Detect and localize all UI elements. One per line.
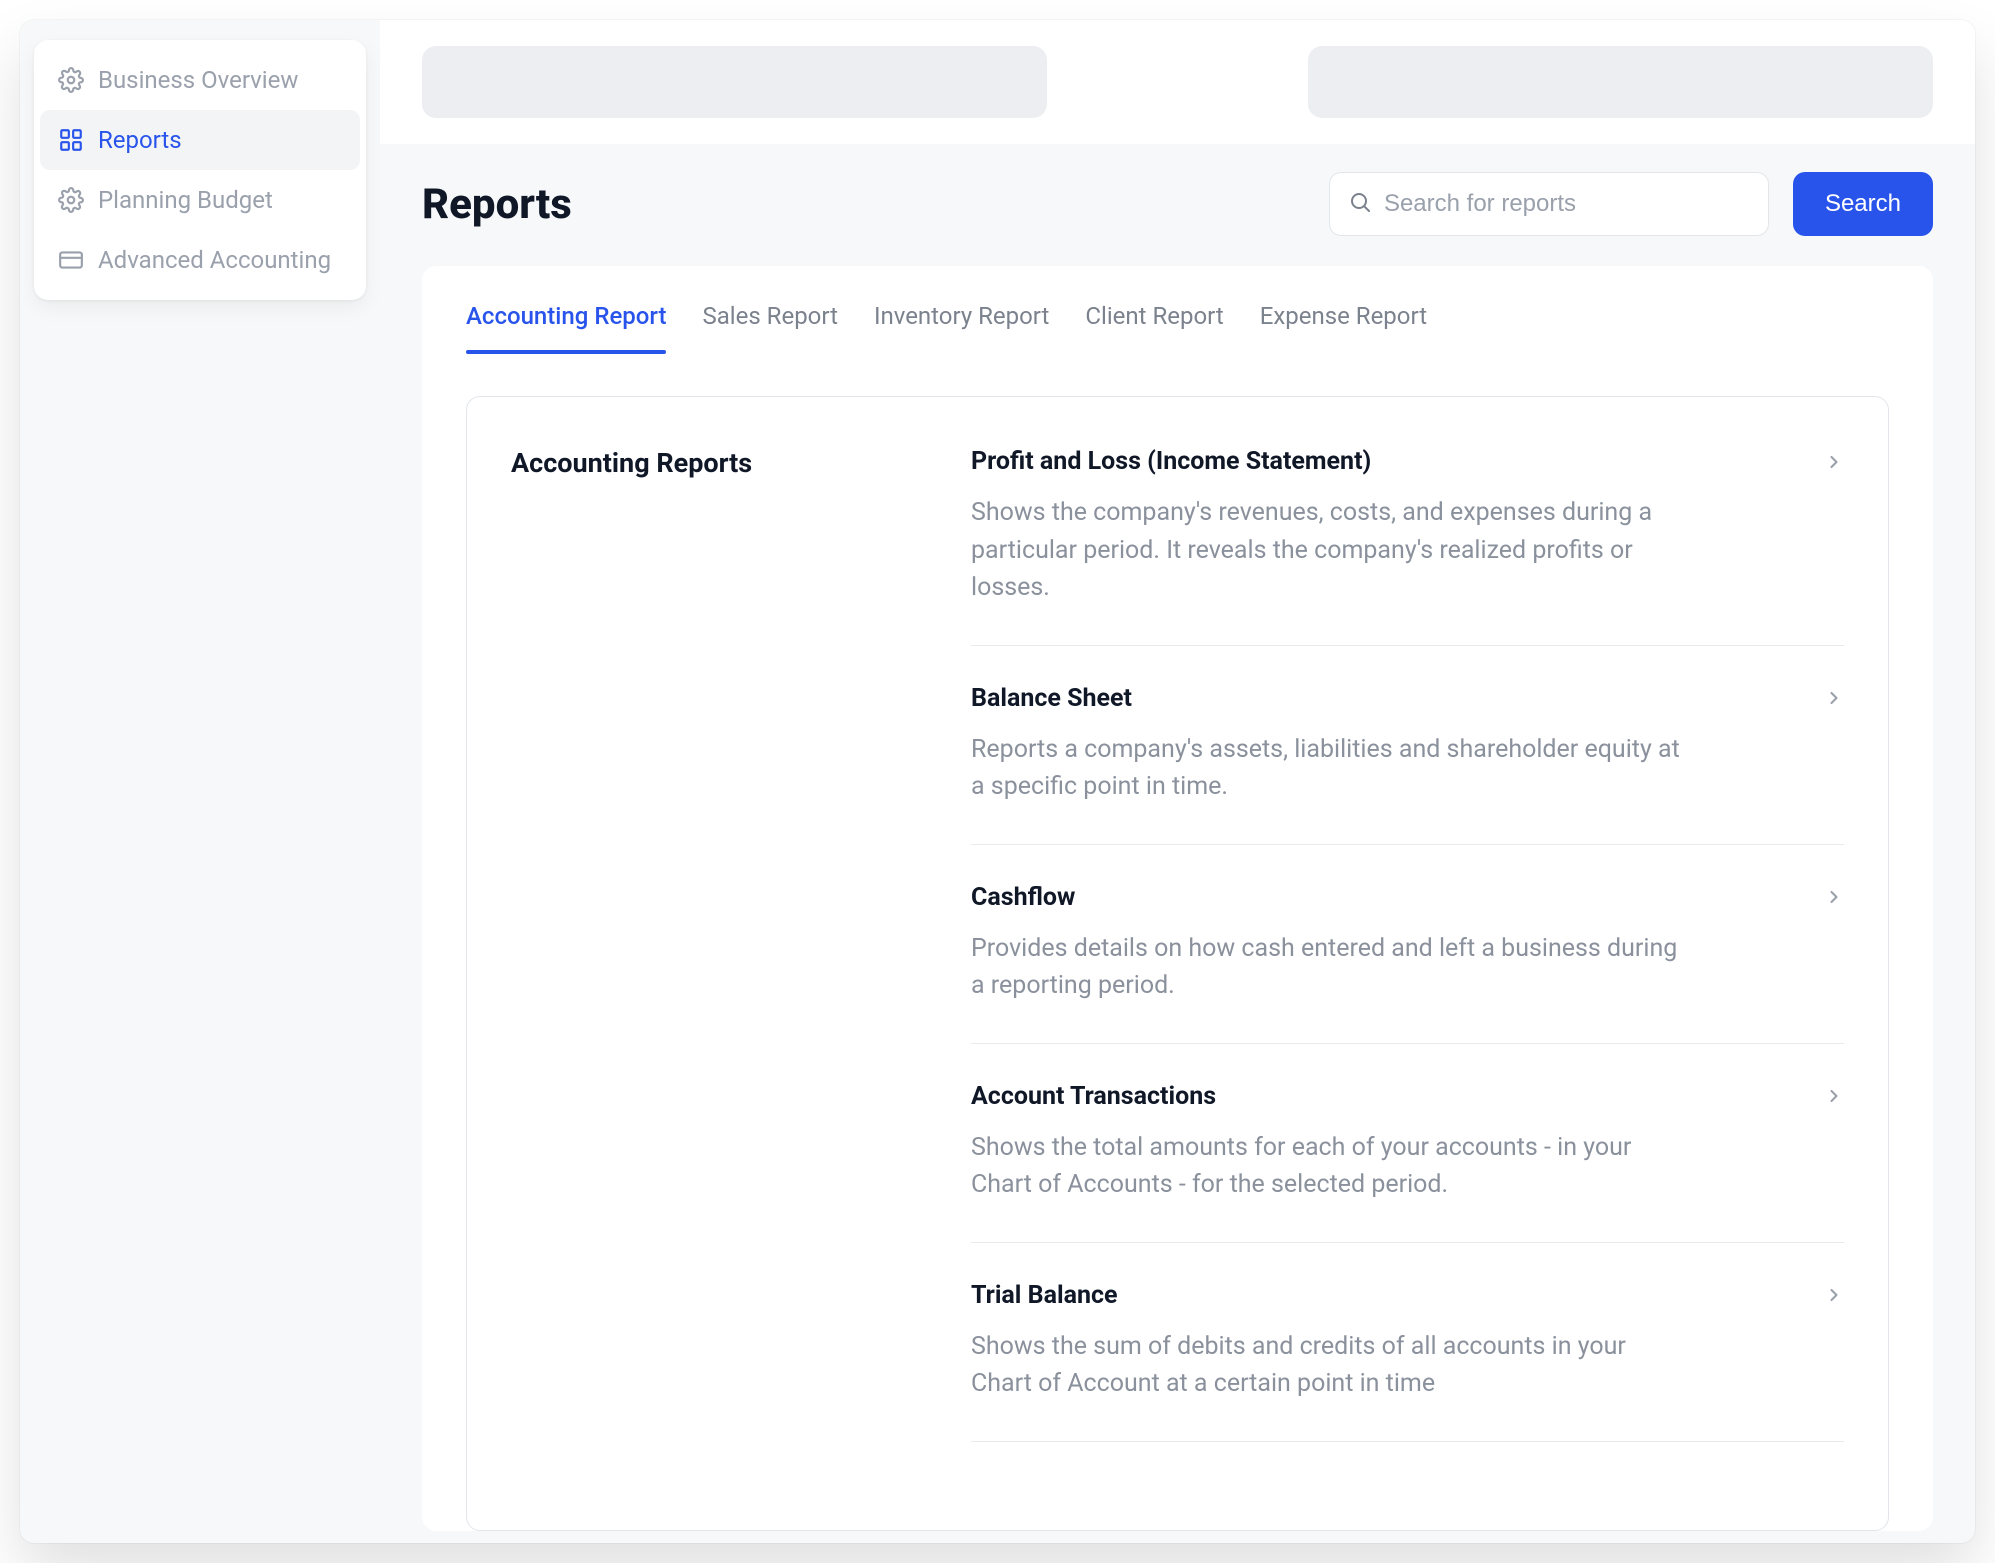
content-card: Accounting Report Sales Report Inventory… bbox=[422, 266, 1933, 1531]
chevron-right-icon bbox=[1824, 688, 1844, 708]
tabs: Accounting Report Sales Report Inventory… bbox=[466, 290, 1889, 354]
search-box[interactable] bbox=[1329, 172, 1769, 236]
tab-client-report[interactable]: Client Report bbox=[1085, 290, 1223, 352]
sidebar: Business Overview Reports Planning Budge… bbox=[20, 20, 380, 1543]
gear-icon bbox=[58, 187, 84, 213]
sidebar-item-business-overview[interactable]: Business Overview bbox=[40, 50, 360, 110]
tab-sales-report[interactable]: Sales Report bbox=[702, 290, 837, 352]
search-button[interactable]: Search bbox=[1793, 172, 1933, 236]
app-window: Business Overview Reports Planning Budge… bbox=[20, 20, 1975, 1543]
report-title: Balance Sheet bbox=[971, 684, 1132, 713]
chevron-right-icon bbox=[1824, 452, 1844, 472]
sidebar-item-reports[interactable]: Reports bbox=[40, 110, 360, 170]
report-desc: Shows the company's revenues, costs, and… bbox=[971, 494, 1691, 607]
topbar-placeholder-left bbox=[422, 46, 1047, 118]
main: Reports Search Accounting Report Sales R… bbox=[380, 20, 1975, 1543]
tab-accounting-report[interactable]: Accounting Report bbox=[466, 290, 666, 352]
chevron-right-icon bbox=[1824, 887, 1844, 907]
card-icon bbox=[58, 247, 84, 273]
report-desc: Reports a company's assets, liabilities … bbox=[971, 731, 1691, 806]
chevron-right-icon bbox=[1824, 1285, 1844, 1305]
report-row-trial-balance[interactable]: Trial Balance Shows the sum of debits an… bbox=[971, 1281, 1844, 1442]
tiles-icon bbox=[58, 127, 84, 153]
gear-icon bbox=[58, 67, 84, 93]
report-panel: Accounting Reports Profit and Loss (Inco… bbox=[466, 396, 1889, 1531]
page-header: Reports Search bbox=[422, 172, 1933, 236]
page-body: Reports Search Accounting Report Sales R… bbox=[380, 144, 1975, 1543]
report-title: Cashflow bbox=[971, 883, 1075, 912]
tab-inventory-report[interactable]: Inventory Report bbox=[874, 290, 1049, 352]
report-desc: Provides details on how cash entered and… bbox=[971, 930, 1691, 1005]
panel-heading: Accounting Reports bbox=[511, 447, 931, 479]
sidebar-item-advanced-accounting[interactable]: Advanced Accounting bbox=[40, 230, 360, 290]
report-title: Trial Balance bbox=[971, 1281, 1118, 1310]
search-icon bbox=[1348, 190, 1372, 218]
panel-right: Profit and Loss (Income Statement) Shows… bbox=[971, 447, 1844, 1480]
report-row-account-transactions[interactable]: Account Transactions Shows the total amo… bbox=[971, 1082, 1844, 1243]
report-title: Profit and Loss (Income Statement) bbox=[971, 447, 1371, 476]
sidebar-card: Business Overview Reports Planning Budge… bbox=[34, 40, 366, 300]
report-row-balance-sheet[interactable]: Balance Sheet Reports a company's assets… bbox=[971, 684, 1844, 845]
report-desc: Shows the sum of debits and credits of a… bbox=[971, 1328, 1691, 1403]
topbar bbox=[380, 20, 1975, 144]
sidebar-item-label: Advanced Accounting bbox=[98, 246, 331, 274]
report-desc: Shows the total amounts for each of your… bbox=[971, 1129, 1691, 1204]
page-title: Reports bbox=[422, 180, 1305, 229]
sidebar-item-planning-budget[interactable]: Planning Budget bbox=[40, 170, 360, 230]
search-input[interactable] bbox=[1384, 190, 1750, 218]
sidebar-item-label: Planning Budget bbox=[98, 186, 273, 214]
sidebar-item-label: Business Overview bbox=[98, 66, 298, 94]
report-title: Account Transactions bbox=[971, 1082, 1216, 1111]
report-row-profit-and-loss[interactable]: Profit and Loss (Income Statement) Shows… bbox=[971, 447, 1844, 646]
tab-expense-report[interactable]: Expense Report bbox=[1260, 290, 1427, 352]
topbar-placeholder-right bbox=[1308, 46, 1933, 118]
panel-left: Accounting Reports bbox=[511, 447, 931, 1480]
report-row-cashflow[interactable]: Cashflow Provides details on how cash en… bbox=[971, 883, 1844, 1044]
sidebar-item-label: Reports bbox=[98, 126, 182, 154]
chevron-right-icon bbox=[1824, 1086, 1844, 1106]
